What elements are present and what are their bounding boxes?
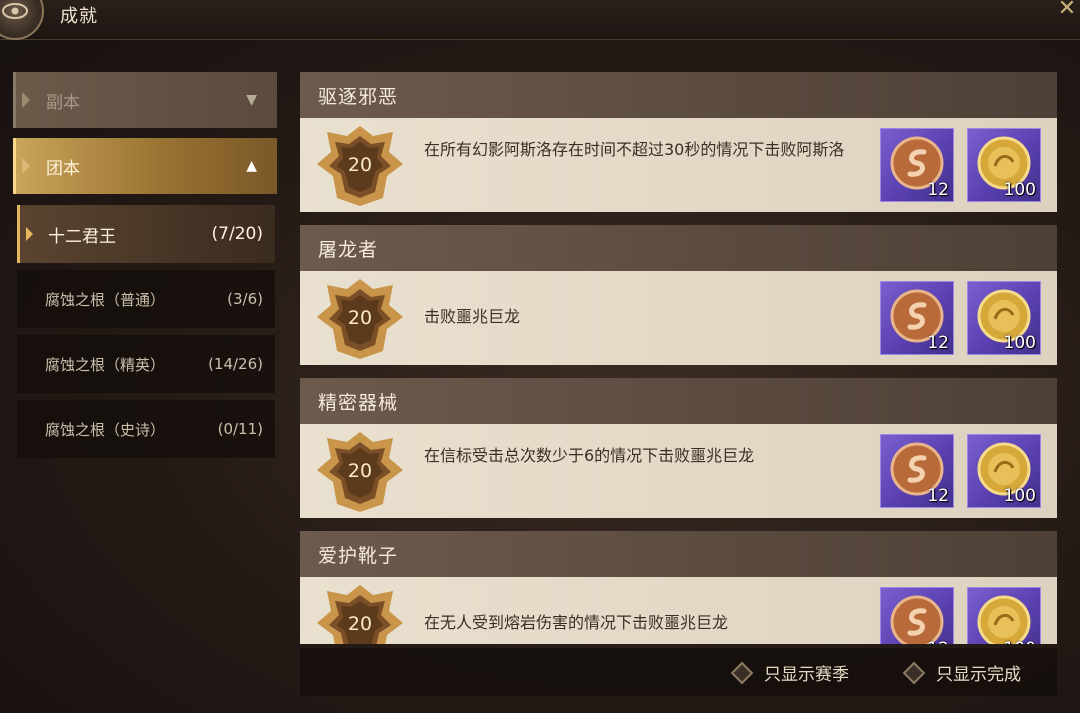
sidebar-item-root-normal[interactable]: 腐蚀之根（普通） (3/6) xyxy=(17,270,275,328)
checkbox-diamond-icon[interactable] xyxy=(730,661,754,684)
points-value: 20 xyxy=(347,613,373,635)
sidebar-item-progress: (0/11) xyxy=(217,420,263,438)
points-badge: 20 xyxy=(315,124,405,208)
achievement-body: 20 在所有幻影阿斯洛存在时间不超过30秒的情况下击败阿斯洛 12 100 xyxy=(300,118,1057,212)
filter-label: 只显示完成 xyxy=(936,665,1021,685)
category-raid[interactable]: 团本 ▲ xyxy=(13,138,277,194)
sidebar-item-label: 腐蚀之根（精英） xyxy=(45,355,166,374)
filter-season-only[interactable]: 只显示赛季 xyxy=(730,660,849,685)
achievement-body: 20 击败噩兆巨龙 12 100 xyxy=(300,271,1057,365)
reward-slot[interactable]: 12 xyxy=(880,281,954,355)
achievement-description: 在所有幻影阿斯洛存在时间不超过30秒的情况下击败阿斯洛 xyxy=(424,140,845,159)
achievement-card: 精密器械 20 在信标受击总次数少于6的情况下击败噩兆巨龙 12 100 xyxy=(300,378,1057,518)
reward-slot[interactable]: 12 xyxy=(880,434,954,508)
points-badge: 20 xyxy=(315,583,405,644)
reward-count: 100 xyxy=(1003,333,1036,353)
reward-count: 100 xyxy=(1003,486,1036,506)
achievement-body: 20 在信标受击总次数少于6的情况下击败噩兆巨龙 12 100 xyxy=(300,424,1057,518)
achievement-title: 爱护靴子 xyxy=(300,531,1057,577)
category-label: 团本 xyxy=(46,158,80,179)
achievement-card: 屠龙者 20 击败噩兆巨龙 12 100 xyxy=(300,225,1057,365)
reward-slot[interactable]: 12 xyxy=(880,587,954,644)
window-title: 成就 xyxy=(60,6,98,27)
reward-count: 100 xyxy=(1003,180,1036,200)
eye-emblem-icon xyxy=(0,0,44,40)
reward-slot[interactable]: 100 xyxy=(967,128,1041,202)
sidebar-item-label: 十二君王 xyxy=(48,226,116,247)
gold-coin-icon xyxy=(977,595,1031,644)
points-value: 20 xyxy=(347,460,373,482)
points-value: 20 xyxy=(347,154,373,176)
sidebar-item-label: 腐蚀之根（普通） xyxy=(45,290,166,309)
points-value: 20 xyxy=(347,307,373,329)
achievement-description: 在无人受到熔岩伤害的情况下击败噩兆巨龙 xyxy=(424,613,729,632)
filter-completed-only[interactable]: 只显示完成 xyxy=(902,660,1021,685)
achievement-title: 屠龙者 xyxy=(300,225,1057,271)
reward-slot[interactable]: 12 xyxy=(880,128,954,202)
reward-slot[interactable]: 100 xyxy=(967,434,1041,508)
achievement-title: 驱逐邪恶 xyxy=(300,72,1057,118)
close-icon[interactable]: ✕ xyxy=(1056,0,1078,20)
achievement-title: 精密器械 xyxy=(300,378,1057,424)
sidebar-item-progress: (3/6) xyxy=(227,290,263,308)
sidebar-item-label: 腐蚀之根（史诗） xyxy=(45,420,166,439)
achievement-body: 20 在无人受到熔岩伤害的情况下击败噩兆巨龙 12 100 xyxy=(300,577,1057,644)
reward-count: 12 xyxy=(927,639,949,644)
achievement-description: 在信标受击总次数少于6的情况下击败噩兆巨龙 xyxy=(424,446,755,465)
category-dungeon[interactable]: 副本 ▼ xyxy=(13,72,277,128)
reward-slot[interactable]: 100 xyxy=(967,281,1041,355)
reward-count: 12 xyxy=(927,333,949,353)
filter-label: 只显示赛季 xyxy=(764,665,849,685)
rune-coin-icon xyxy=(890,595,944,644)
achievement-card: 爱护靴子 20 在无人受到熔岩伤害的情况下击败噩兆巨龙 12 xyxy=(300,531,1057,644)
reward-count: 12 xyxy=(927,180,949,200)
sidebar-item-twelve-kings[interactable]: 十二君王 (7/20) xyxy=(17,205,275,263)
sidebar-item-root-elite[interactable]: 腐蚀之根（精英） (14/26) xyxy=(17,335,275,393)
chevron-up-icon: ▲ xyxy=(246,158,257,174)
reward-slot[interactable]: 100 xyxy=(967,587,1041,644)
achievement-description: 击败噩兆巨龙 xyxy=(424,307,521,326)
sidebar-item-root-epic[interactable]: 腐蚀之根（史诗） (0/11) xyxy=(17,400,275,458)
checkbox-diamond-icon[interactable] xyxy=(902,661,926,684)
chevron-down-icon: ▼ xyxy=(246,92,257,108)
title-bar: 成就 ✕ xyxy=(0,0,1080,40)
sidebar-item-progress: (7/20) xyxy=(211,224,263,244)
filter-bar: 只显示赛季 只显示完成 xyxy=(300,648,1057,696)
points-badge: 20 xyxy=(315,430,405,514)
reward-count: 100 xyxy=(1004,639,1036,644)
reward-count: 12 xyxy=(927,486,949,506)
achievement-list[interactable]: 驱逐邪恶 20 在所有幻影阿斯洛存在时间不超过30秒的情况下击败阿斯洛 12 1… xyxy=(300,72,1057,644)
points-badge: 20 xyxy=(315,277,405,361)
achievement-card: 驱逐邪恶 20 在所有幻影阿斯洛存在时间不超过30秒的情况下击败阿斯洛 12 1… xyxy=(300,72,1057,212)
sidebar-item-progress: (14/26) xyxy=(208,355,263,373)
category-label: 副本 xyxy=(46,92,80,113)
